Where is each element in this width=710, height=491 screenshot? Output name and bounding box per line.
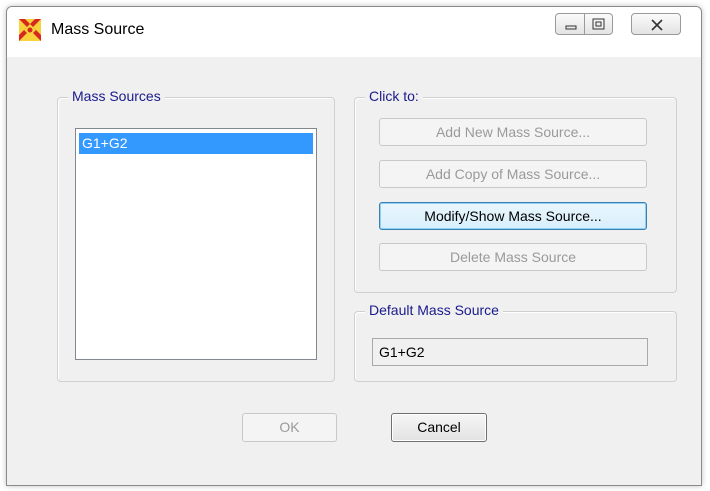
close-button[interactable] [631,13,681,35]
minimize-icon [565,25,577,30]
default-mass-source-label: Default Mass Source [365,302,503,318]
mass-source-dialog: Mass Source Mass Sources G1+G2 Click to:… [6,6,702,486]
maximize-button[interactable] [585,13,613,35]
click-to-group: Click to: Add New Mass Source... Add Cop… [354,88,677,293]
mass-sources-label: Mass Sources [68,88,165,104]
default-mass-source-field[interactable]: G1+G2 [372,338,648,366]
title-bar[interactable]: Mass Source [7,7,701,57]
default-mass-source-group: Default Mass Source G1+G2 [354,302,677,382]
add-new-mass-source-button[interactable]: Add New Mass Source... [379,118,647,146]
dialog-client-area: Mass Sources G1+G2 Click to: Add New Mas… [17,57,689,473]
maximize-icon [592,18,605,30]
mass-sources-group: Mass Sources G1+G2 [57,88,335,382]
delete-mass-source-button[interactable]: Delete Mass Source [379,243,647,271]
list-item[interactable]: G1+G2 [79,133,313,154]
modify-show-mass-source-button[interactable]: Modify/Show Mass Source... [379,202,647,230]
ok-button[interactable]: OK [242,413,337,442]
cancel-button[interactable]: Cancel [391,413,487,442]
mass-sources-list[interactable]: G1+G2 [75,128,317,360]
click-to-label: Click to: [365,88,423,104]
close-icon [651,19,663,31]
add-copy-mass-source-button[interactable]: Add Copy of Mass Source... [379,160,647,188]
app-logo-icon [19,19,41,41]
window-title: Mass Source [51,21,145,38]
minimize-button[interactable] [555,13,585,35]
